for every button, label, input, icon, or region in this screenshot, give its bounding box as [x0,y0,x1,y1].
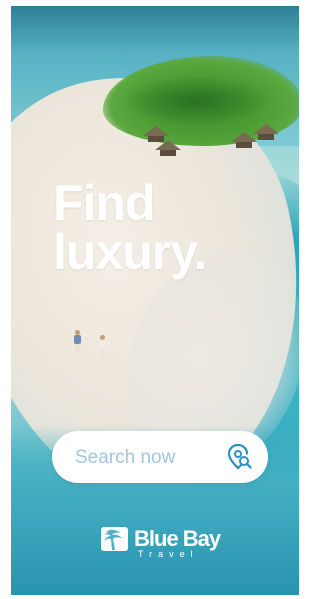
headline-line-2: luxury. [53,224,207,280]
person-figure [99,335,106,358]
brand-subtitle: Travel [138,549,199,559]
person-figure [74,330,81,353]
brand-logo: Blue Bay Travel [100,524,230,564]
palm-tree-logo-icon [100,524,130,554]
search-now-button[interactable]: Search now [52,431,268,483]
location-search-icon [226,443,252,471]
headline-line-1: Find [53,175,156,231]
hero-headline: Find luxury. [53,175,207,280]
splash-screen: Find luxury. Search now Blue Bay Travel [11,6,299,595]
search-label: Search now [75,447,176,468]
